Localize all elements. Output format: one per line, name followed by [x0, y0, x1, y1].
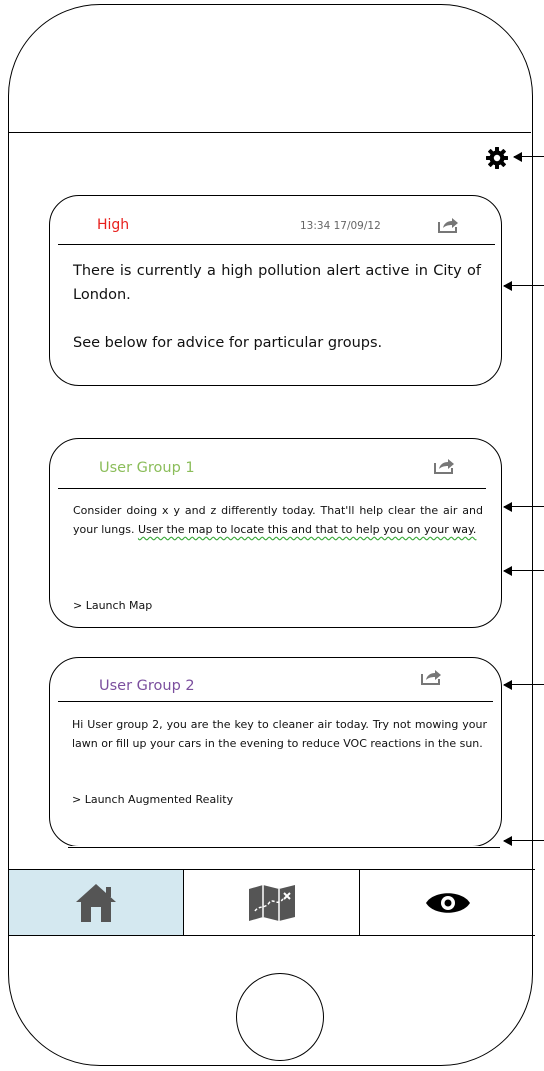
alert-card: High 13:34 17/09/12 There is currently a…	[49, 195, 502, 386]
annotation-arrow	[503, 501, 544, 512]
bottom-nav	[9, 869, 535, 936]
card-header-divider	[58, 244, 495, 245]
home-button[interactable]	[236, 973, 324, 1061]
launch-ar-link[interactable]: > Launch Augmented Reality	[72, 793, 233, 806]
nav-eye[interactable]	[360, 870, 535, 935]
annotation-arrow	[503, 835, 544, 846]
group-title: User Group 2	[99, 678, 195, 694]
annotation-arrow	[513, 151, 544, 162]
card-header-divider	[58, 488, 486, 489]
scroll-edge-line	[68, 847, 500, 848]
screen-top-border	[9, 132, 531, 133]
group-body: Hi User group 2, you are the key to clea…	[72, 718, 487, 750]
user-group-1-card: User Group 1 Consider doing x y and z di…	[49, 438, 502, 628]
share-icon[interactable]	[437, 216, 459, 234]
nav-home[interactable]	[9, 870, 184, 935]
alert-message: There is currently a high pollution aler…	[73, 259, 481, 355]
annotation-arrow	[503, 565, 544, 576]
card-header-divider	[58, 701, 493, 702]
alert-advice-text: See below for advice for particular grou…	[73, 335, 383, 351]
group-body: Consider doing x y and z differently tod…	[73, 501, 483, 539]
spellcheck-flagged-text: User the map to locate this and that to …	[137, 523, 477, 536]
share-icon[interactable]	[433, 457, 455, 475]
map-icon	[248, 884, 295, 921]
eye-icon	[425, 892, 470, 913]
annotation-arrow	[503, 679, 544, 690]
share-icon[interactable]	[420, 668, 442, 686]
user-group-2-card: User Group 2 Hi User group 2, you are th…	[49, 657, 502, 847]
home-icon	[76, 883, 116, 922]
alert-message-text: There is currently a high pollution aler…	[73, 263, 481, 303]
launch-map-link[interactable]: > Launch Map	[73, 599, 152, 612]
nav-map[interactable]	[184, 870, 360, 935]
alert-level: High	[97, 217, 130, 233]
gear-icon[interactable]	[485, 146, 509, 170]
annotation-arrow	[503, 280, 544, 291]
group-title: User Group 1	[99, 460, 195, 476]
alert-timestamp: 13:34 17/09/12	[300, 220, 381, 232]
